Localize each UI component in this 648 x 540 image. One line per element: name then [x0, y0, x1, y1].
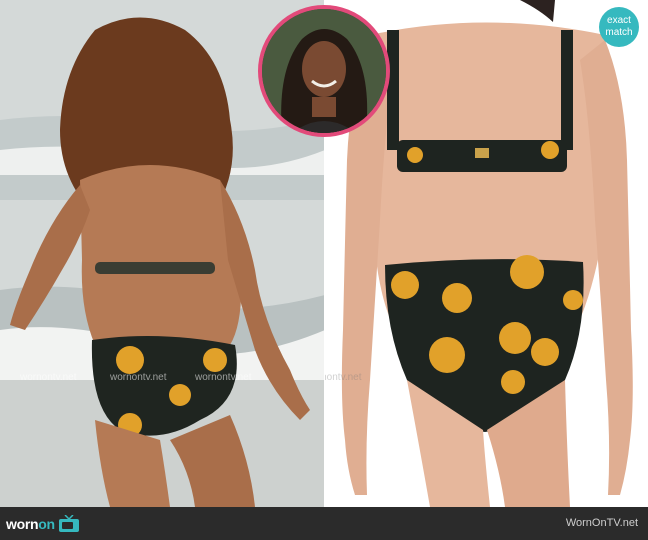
- badge-line-1: exact: [607, 15, 631, 26]
- logo-text: wornon: [6, 516, 55, 532]
- logo-on: on: [38, 516, 55, 532]
- exact-match-badge: exact match: [599, 7, 639, 47]
- logo-word: worn: [6, 516, 39, 532]
- watermark-text: wornontv.net: [20, 372, 77, 383]
- inset-portrait: [258, 5, 390, 137]
- badge-line-2: match: [605, 27, 633, 38]
- watermark-text: wornontv.net: [195, 372, 252, 383]
- portrait-illustration: [262, 9, 386, 133]
- tv-icon: [58, 515, 79, 532]
- watermark-text: wornontv.net: [325, 372, 362, 383]
- footer-bar: wornon WornOnTV.net: [0, 507, 648, 540]
- site-logo[interactable]: wornon: [6, 512, 80, 536]
- watermark-text: wornontv.net: [110, 372, 167, 383]
- site-url[interactable]: WornOnTV.net: [566, 517, 638, 529]
